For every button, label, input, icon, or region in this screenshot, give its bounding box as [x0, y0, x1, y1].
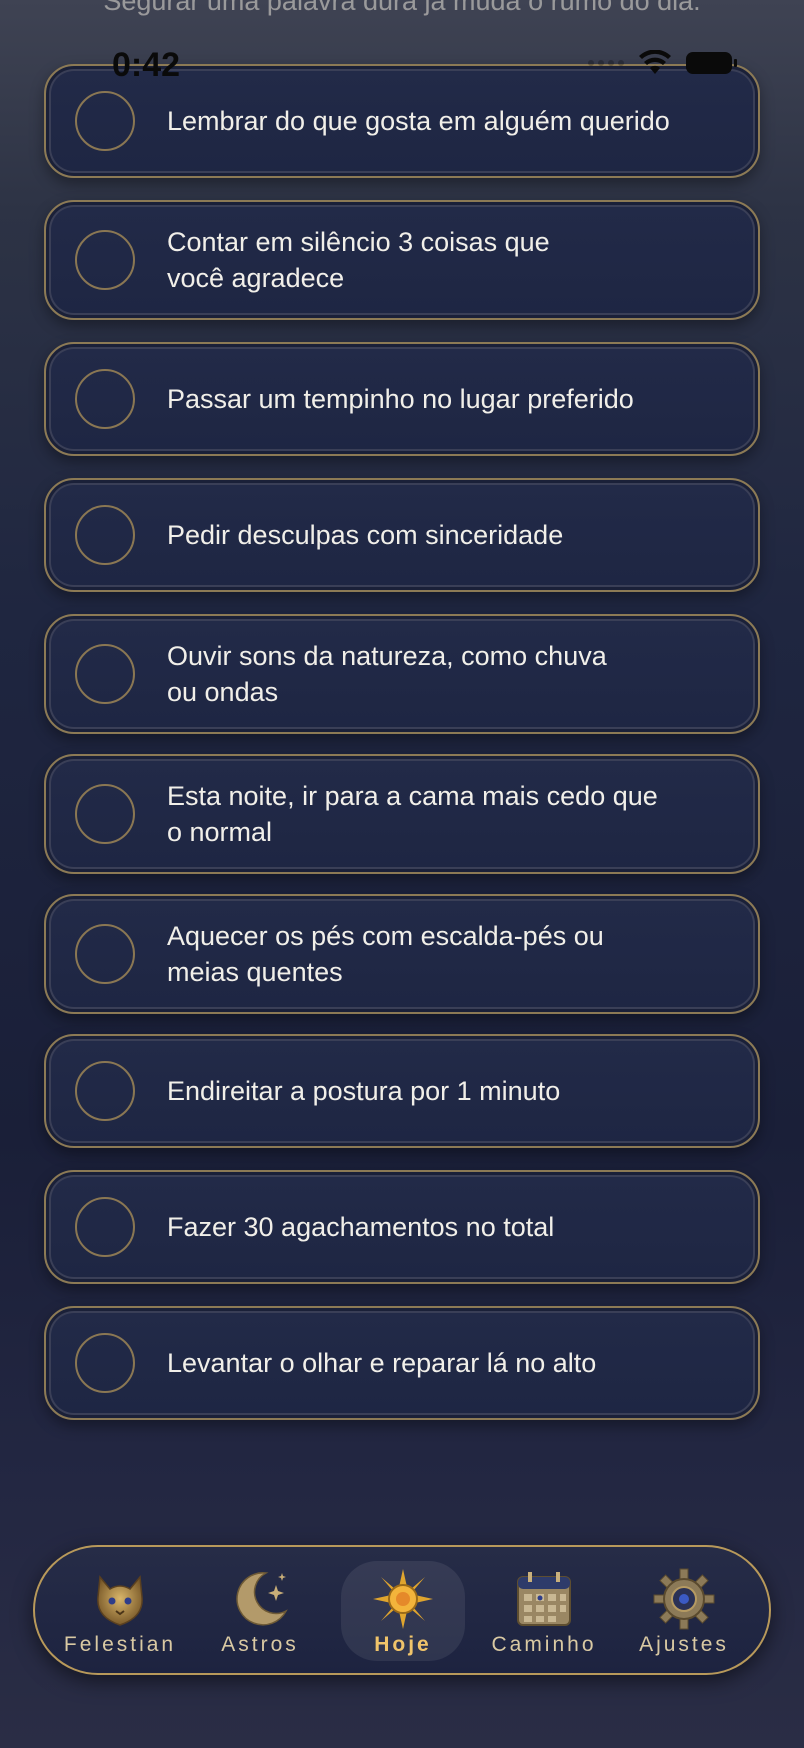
- status-time: 0:42: [112, 46, 181, 84]
- task-item[interactable]: Passar um tempinho no lugar preferido: [44, 342, 760, 456]
- wifi-icon: [639, 50, 671, 74]
- task-item[interactable]: Pedir desculpas com sinceridade: [44, 478, 760, 592]
- cat-emblem-icon: [97, 1575, 143, 1626]
- clipped-header-text: Segurar uma palavra dura já muda o rumo …: [103, 0, 701, 16]
- task-checkbox[interactable]: [75, 505, 135, 565]
- task-item[interactable]: Esta noite, ir para a cama mais cedo que…: [44, 754, 760, 874]
- calendar-icon: [517, 1572, 571, 1626]
- task-label: Levantar o olhar e reparar lá no alto: [167, 1348, 597, 1378]
- task-label: Endireitar a postura por 1 minuto: [167, 1076, 561, 1106]
- tab-bar: Felestian Astros Hoje Caminho Ajustes: [33, 1545, 771, 1675]
- task-checkbox[interactable]: [75, 230, 135, 290]
- task-checkbox[interactable]: [75, 784, 135, 844]
- task-checkbox[interactable]: [75, 1061, 135, 1121]
- cellular-signal-icon: [588, 60, 624, 66]
- task-label: Esta noite, ir para a cama mais cedo que…: [167, 781, 658, 847]
- tab-label: Felestian: [63, 1633, 177, 1656]
- tab-label: Caminho: [491, 1633, 597, 1656]
- tab-astros[interactable]: Astros: [198, 1561, 322, 1661]
- task-label: Lembrar do que gosta em alguém querido: [167, 106, 670, 136]
- tab-caminho[interactable]: Caminho: [482, 1561, 606, 1661]
- status-icons: [588, 50, 737, 76]
- task-checkbox[interactable]: [75, 924, 135, 984]
- tab-felestian[interactable]: Felestian: [58, 1561, 182, 1661]
- tab-label: Astros: [221, 1633, 299, 1656]
- task-item[interactable]: Contar em silêncio 3 coisas que você agr…: [44, 200, 760, 320]
- task-item[interactable]: Fazer 30 agachamentos no total: [44, 1170, 760, 1284]
- gear-icon: [653, 1568, 715, 1630]
- task-checkbox[interactable]: [75, 91, 135, 151]
- task-item[interactable]: Ouvir sons da natureza, como chuva ou on…: [44, 614, 760, 734]
- task-label: Passar um tempinho no lugar preferido: [167, 384, 634, 414]
- crescent-moon-icon: [236, 1572, 288, 1626]
- task-checkbox[interactable]: [75, 1333, 135, 1393]
- task-item[interactable]: Aquecer os pés com escalda-pés ou meias …: [44, 894, 760, 1014]
- sun-icon: [373, 1569, 433, 1629]
- battery-icon: [686, 52, 737, 74]
- tab-label: Ajustes: [639, 1633, 729, 1656]
- task-label: Aquecer os pés com escalda-pés ou meias …: [167, 921, 604, 987]
- task-item[interactable]: Levantar o olhar e reparar lá no alto: [44, 1306, 760, 1420]
- task-checkbox[interactable]: [75, 644, 135, 704]
- task-item[interactable]: Endireitar a postura por 1 minuto: [44, 1034, 760, 1148]
- task-label: Fazer 30 agachamentos no total: [167, 1212, 555, 1242]
- status-bar: 0:42: [0, 40, 804, 90]
- tab-label: Hoje: [374, 1633, 432, 1656]
- task-label: Pedir desculpas com sinceridade: [167, 520, 564, 550]
- tab-ajustes[interactable]: Ajustes: [622, 1561, 746, 1661]
- task-checkbox[interactable]: [75, 1197, 135, 1257]
- task-checkbox[interactable]: [75, 369, 135, 429]
- task-label: Contar em silêncio 3 coisas que você agr…: [167, 227, 550, 293]
- tab-hoje[interactable]: Hoje: [341, 1561, 465, 1661]
- task-label: Ouvir sons da natureza, como chuva ou on…: [167, 641, 607, 707]
